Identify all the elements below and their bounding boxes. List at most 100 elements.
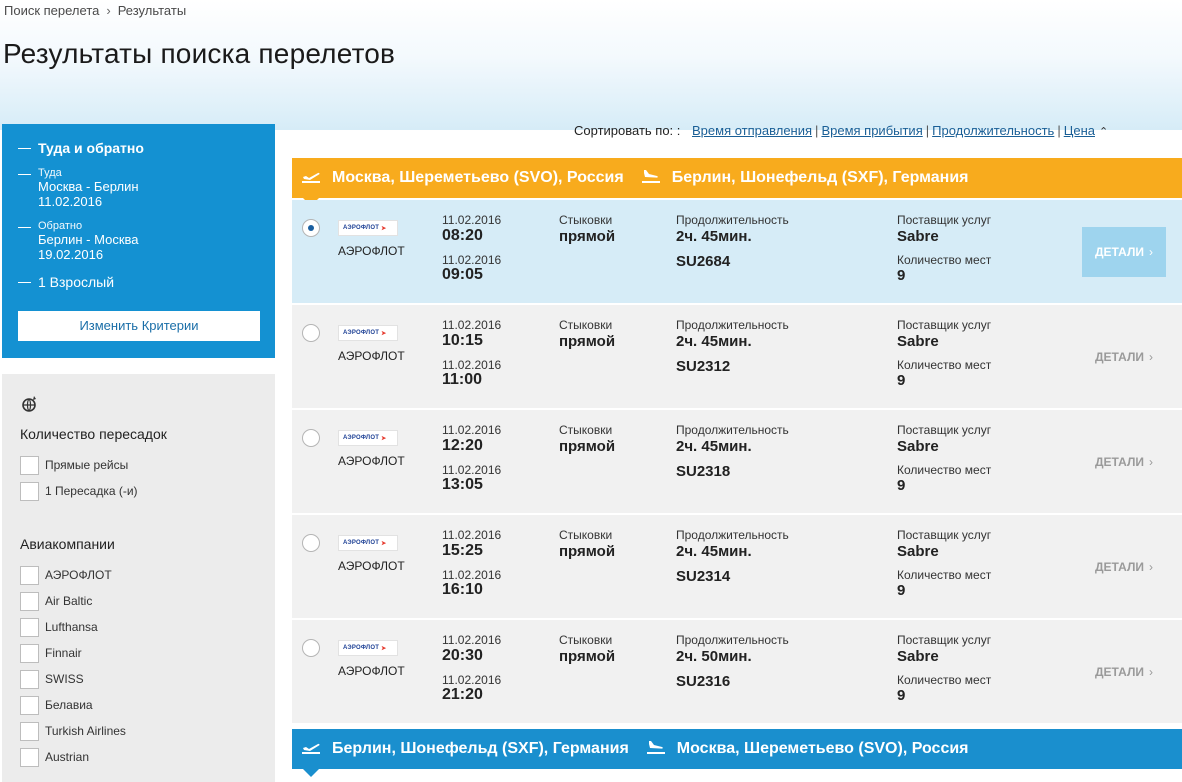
airlines-filter-title: Авиакомпании [20,536,115,552]
sort-duration[interactable]: Продолжительность [932,123,1054,138]
arrival-time: 21:20 [442,686,483,703]
sort-departure[interactable]: Время отправления [692,123,812,138]
checkbox[interactable] [20,481,39,501]
filter-airline[interactable]: Белавиа [20,692,257,718]
page-title: Результаты поиска перелетов [3,38,396,69]
checkbox[interactable] [20,455,39,475]
stops-filter-title: Количество пересадок [20,426,167,442]
departure-time: 20:30 [442,647,483,664]
filter-direct[interactable]: Прямые рейсы [20,452,257,478]
departure-date: 11.02.2016 [442,423,502,437]
arrival-date: 11.02.2016 [442,253,502,267]
airline-name: АЭРОФЛОТ [338,349,405,363]
flight-select-radio[interactable] [302,219,320,237]
change-criteria-button[interactable]: Изменить Критерии [18,311,260,341]
seats-label: Количество мест [897,673,992,687]
landing-icon [645,738,667,761]
checkbox[interactable] [20,643,39,663]
airline-name: АЭРОФЛОТ [338,454,405,468]
arrival-time: 11:00 [442,371,483,388]
duration-value: 2ч. 45мин. [676,438,752,455]
flight-row[interactable]: АЭРОФЛОТ ➤ АЭРОФЛОТ 11.02.2016 20:30 11.02.20… [292,620,1182,723]
filter-airline[interactable]: Turkish Airlines [20,718,257,744]
outbound-route-header: Москва, Шереметьево (SVO), Россия Берлин… [292,158,1182,198]
breadcrumb-item-search[interactable]: Поиск перелета [4,3,99,18]
filters-panel: Количество пересадок Прямые рейсы 1 Пере… [2,374,275,782]
duration-value: 2ч. 45мин. [676,333,752,350]
provider-label: Поставщик услуг [897,423,992,437]
provider-value: Sabre [897,438,939,455]
details-button[interactable]: ДЕТАЛИ › [1082,437,1166,487]
outbound-criteria: Туда Москва - Берлин 11.02.2016 [18,167,259,209]
seats-value: 9 [897,582,906,599]
flight-number: SU2684 [676,253,731,270]
filter-airline[interactable]: SWISS [20,666,257,692]
provider-label: Поставщик услуг [897,633,992,647]
flight-row[interactable]: АЭРОФЛОТ ➤ АЭРОФЛОТ 11.02.2016 12:20 11.02.20… [292,410,1182,513]
filter-one-stop[interactable]: 1 Пересадка (-и) [20,478,257,504]
arrival-time: 09:05 [442,266,483,283]
details-button[interactable]: ДЕТАЛИ › [1082,647,1166,697]
checkbox[interactable] [20,591,39,611]
duration-label: Продолжительность [676,213,789,227]
flight-number: SU2312 [676,358,731,375]
departure-time: 08:20 [442,227,483,244]
flight-number: SU2314 [676,568,731,585]
flight-select-radio[interactable] [302,639,320,657]
passengers: 1 Взрослый [18,274,259,292]
details-button[interactable]: ДЕТАЛИ › [1082,227,1166,277]
seats-label: Количество мест [897,568,992,582]
flight-select-radio[interactable] [302,324,320,342]
arrival-time: 13:05 [442,476,483,493]
duration-label: Продолжительность [676,423,789,437]
seats-label: Количество мест [897,463,992,477]
filter-airline[interactable]: Lufthansa [20,614,257,640]
seats-value: 9 [897,687,906,704]
flight-select-radio[interactable] [302,429,320,447]
duration-value: 2ч. 45мин. [676,228,752,245]
filter-airline[interactable]: Air Baltic [20,588,257,614]
checkbox[interactable] [20,565,39,585]
flight-row[interactable]: АЭРОФЛОТ ➤ АЭРОФЛОТ 11.02.2016 10:15 11.02.20… [292,305,1182,408]
sort-bar: Сортировать по: : Время отправления | Врем… [574,123,1109,138]
stops-label: Стыковки [559,633,613,647]
breadcrumb-item-results: Результаты [117,3,187,18]
return-criteria: Обратно Берлин - Москва 19.02.2016 [18,220,259,262]
flight-row[interactable]: АЭРОФЛОТ ➤ АЭРОФЛОТ 11.02.2016 15:25 11.02.20… [292,515,1182,618]
departure-time: 10:15 [442,332,483,349]
globe-icon [20,394,257,418]
breadcrumb-separator: › [106,3,111,18]
seats-label: Количество мест [897,358,992,372]
flight-number: SU2318 [676,463,731,480]
stops-label: Стыковки [559,528,613,542]
provider-label: Поставщик услуг [897,213,992,227]
filter-airline[interactable]: Austrian [20,744,257,770]
duration-label: Продолжительность [676,633,789,647]
provider-label: Поставщик услуг [897,528,992,542]
departure-time: 15:25 [442,542,483,559]
airline-logo: АЭРОФЛОТ ➤ [338,535,398,551]
checkbox[interactable] [20,747,39,767]
flight-row[interactable]: АЭРОФЛОТ ➤ АЭРОФЛОТ 11.02.2016 08:20 11.02.20… [292,200,1182,303]
checkbox[interactable] [20,695,39,715]
checkbox[interactable] [20,669,39,689]
airline-logo: АЭРОФЛОТ ➤ [338,430,398,446]
arrival-date: 11.02.2016 [442,358,502,372]
details-button[interactable]: ДЕТАЛИ › [1082,542,1166,592]
details-button[interactable]: ДЕТАЛИ › [1082,332,1166,382]
stops-value: прямой [559,333,616,350]
provider-value: Sabre [897,333,939,350]
checkbox[interactable] [20,721,39,741]
return-route-header: Берлин, Шонефельд (SXF), Германия Москва… [292,729,1182,769]
filter-airline[interactable]: Finnair [20,640,257,666]
checkbox[interactable] [20,617,39,637]
filter-airline[interactable]: АЭРОФЛОТ [20,562,257,588]
seats-label: Количество мест [897,253,992,267]
seats-value: 9 [897,372,906,389]
provider-value: Sabre [897,543,939,560]
sort-price[interactable]: Цена [1064,123,1095,138]
airline-name: АЭРОФЛОТ [338,244,405,258]
flight-select-radio[interactable] [302,534,320,552]
sort-arrival[interactable]: Время прибытия [821,123,922,138]
takeoff-icon [300,738,322,761]
